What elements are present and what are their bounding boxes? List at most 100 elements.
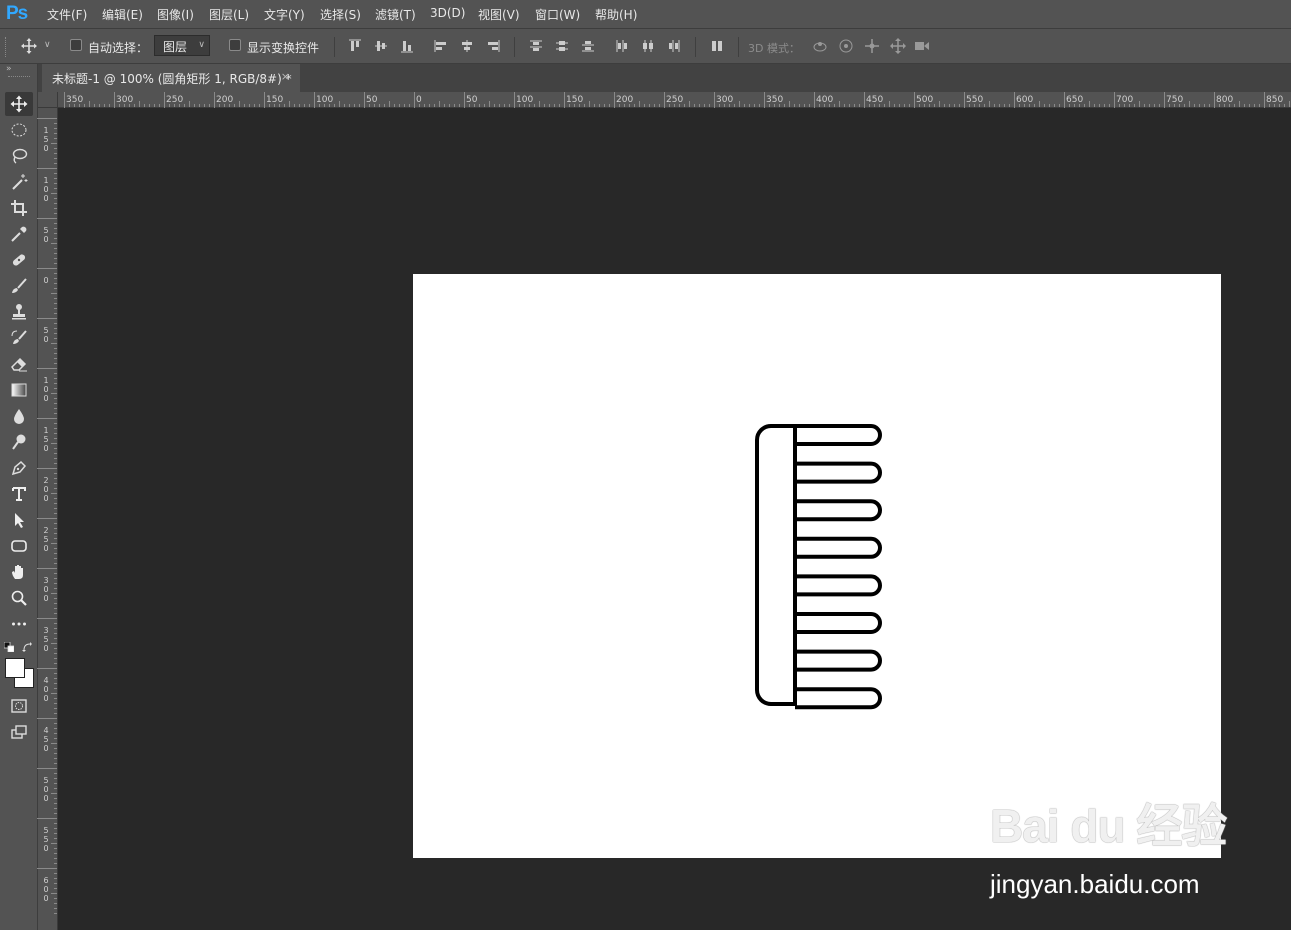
menu-edit[interactable]: 编辑(E) xyxy=(102,6,143,23)
crop-tool[interactable] xyxy=(5,196,33,220)
more-tools[interactable] xyxy=(5,612,33,636)
auto-select-target-dropdown[interactable]: 图层 ∨ xyxy=(154,35,210,56)
healing-brush-tool[interactable] xyxy=(5,248,33,272)
3d-slide-icon[interactable] xyxy=(890,38,906,54)
distribute-left-icon[interactable] xyxy=(614,38,630,54)
screen-mode-icon xyxy=(11,725,27,739)
menu-image[interactable]: 图像(I) xyxy=(157,6,194,23)
horizontal-ruler[interactable]: 350 300 250 200 150 100 50 0 50 100 150 200 250 300 35… xyxy=(58,92,1291,108)
ruler-minor-tick xyxy=(874,104,875,107)
screen-mode-button[interactable] xyxy=(5,720,33,744)
ruler-minor-tick xyxy=(54,873,57,874)
ruler-minor-tick xyxy=(51,293,57,294)
hand-tool[interactable] xyxy=(5,560,33,584)
eraser-tool[interactable] xyxy=(5,352,33,376)
3d-roll-icon[interactable] xyxy=(838,38,854,54)
3d-scale-camera-icon[interactable] xyxy=(914,38,930,54)
comb-tooth xyxy=(795,424,882,446)
clone-stamp-tool[interactable] xyxy=(5,300,33,324)
ruler-minor-tick xyxy=(399,104,400,107)
preset-chevron-down-icon[interactable]: ∨ xyxy=(44,40,51,50)
move-tool-preset-icon[interactable] xyxy=(21,38,37,54)
pen-tool[interactable] xyxy=(5,456,33,480)
distribute-bottom-icon[interactable] xyxy=(580,38,596,54)
align-right-icon[interactable] xyxy=(485,38,501,54)
divider xyxy=(334,37,335,57)
ruler-minor-tick xyxy=(974,104,975,107)
shape-tool[interactable] xyxy=(5,534,33,558)
comb-tooth xyxy=(795,612,882,634)
distribute-vertical-center-icon[interactable] xyxy=(554,38,570,54)
brush-tool-icon xyxy=(12,278,27,293)
align-horizontal-center-icon[interactable] xyxy=(459,38,475,54)
swap-colors-icon[interactable] xyxy=(22,642,33,653)
blur-tool-icon xyxy=(14,409,24,424)
ruler-minor-tick xyxy=(429,104,430,107)
distribute-right-icon[interactable] xyxy=(666,38,682,54)
lasso-tool[interactable] xyxy=(5,144,33,168)
history-brush-tool[interactable] xyxy=(5,326,33,350)
ruler-origin[interactable] xyxy=(38,92,58,108)
ruler-minor-tick xyxy=(699,104,700,107)
ruler-tick xyxy=(414,92,415,108)
ruler-minor-tick xyxy=(54,133,57,134)
ruler-minor-tick xyxy=(54,503,57,504)
ruler-minor-tick xyxy=(54,748,57,749)
menu-filter[interactable]: 滤镜(T) xyxy=(375,6,416,23)
ruler-minor-tick xyxy=(54,713,57,714)
zoom-tool[interactable] xyxy=(5,586,33,610)
menu-layer[interactable]: 图层(L) xyxy=(209,6,249,23)
brush-tool[interactable] xyxy=(5,274,33,298)
magic-wand-tool[interactable] xyxy=(5,170,33,194)
menu-type[interactable]: 文字(Y) xyxy=(264,6,305,23)
distribute-top-icon[interactable] xyxy=(528,38,544,54)
ruler-minor-tick xyxy=(309,104,310,107)
comb-shape[interactable] xyxy=(753,422,883,712)
move-tool[interactable] xyxy=(5,92,33,116)
ruler-tick xyxy=(614,92,615,108)
distribute-horizontal-center-icon[interactable] xyxy=(640,38,656,54)
ruler-minor-tick xyxy=(54,703,57,704)
menu-window[interactable]: 窗口(W) xyxy=(535,6,580,23)
close-icon[interactable]: × xyxy=(281,70,290,83)
foreground-color-swatch[interactable] xyxy=(5,658,25,678)
menu-3d[interactable]: 3D(D) xyxy=(430,6,465,20)
ruler-minor-tick xyxy=(959,104,960,107)
auto-select-label: 自动选择： xyxy=(88,41,149,55)
collapse-panel-icon[interactable]: » xyxy=(6,64,12,74)
ruler-minor-tick xyxy=(54,188,57,189)
auto-align-layers-icon[interactable] xyxy=(709,38,725,54)
align-top-icon[interactable] xyxy=(347,38,363,54)
ruler-tick xyxy=(1014,92,1015,108)
default-colors-icon[interactable] xyxy=(4,642,14,652)
ruler-minor-tick xyxy=(54,433,57,434)
eyedropper-tool[interactable] xyxy=(5,222,33,246)
menu-file[interactable]: 文件(F) xyxy=(47,6,87,23)
type-tool[interactable] xyxy=(5,482,33,506)
align-vertical-center-icon[interactable] xyxy=(373,38,389,54)
quick-mask-button[interactable] xyxy=(5,694,33,718)
document-canvas[interactable] xyxy=(413,274,1221,858)
path-selection-tool[interactable] xyxy=(5,508,33,532)
align-left-icon[interactable] xyxy=(433,38,449,54)
vertical-ruler[interactable]: 1501005005010015020025030035040045050055… xyxy=(37,108,58,930)
3d-pan-icon[interactable] xyxy=(864,38,880,54)
show-transform-checkbox[interactable] xyxy=(229,39,241,51)
menu-view[interactable]: 视图(V) xyxy=(478,6,520,23)
auto-select-checkbox[interactable] xyxy=(70,39,82,51)
menu-help[interactable]: 帮助(H) xyxy=(595,6,637,23)
3d-orbit-icon[interactable] xyxy=(812,38,828,54)
marquee-tool[interactable] xyxy=(5,118,33,142)
ruler-minor-tick xyxy=(54,648,57,649)
ruler-minor-tick xyxy=(1024,104,1025,107)
gradient-tool[interactable] xyxy=(5,378,33,402)
ruler-tick xyxy=(64,92,65,108)
align-bottom-icon[interactable] xyxy=(399,38,415,54)
ruler-minor-tick xyxy=(1129,104,1130,107)
document-tab[interactable]: 未标题-1 @ 100% (圆角矩形 1, RGB/8#) * × xyxy=(42,64,300,92)
ruler-minor-tick xyxy=(284,104,285,107)
menu-select[interactable]: 选择(S) xyxy=(320,6,361,23)
ruler-minor-tick xyxy=(54,898,57,899)
dodge-tool[interactable] xyxy=(5,430,33,454)
blur-tool[interactable] xyxy=(5,404,33,428)
